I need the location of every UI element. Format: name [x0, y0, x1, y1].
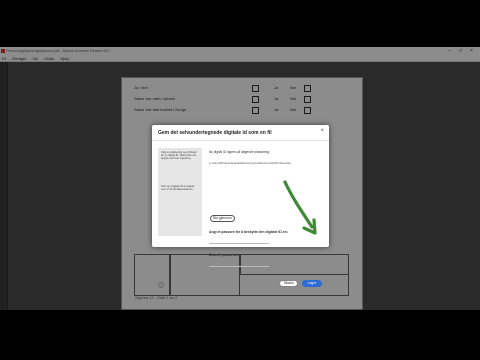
page-footer: Skjema 11 - Side 2 av 2 — [135, 295, 178, 300]
acrobat-window: Personopplysningsskjema.pdf - Adobe Acro… — [0, 47, 480, 310]
tutorial-arrow — [283, 180, 317, 235]
